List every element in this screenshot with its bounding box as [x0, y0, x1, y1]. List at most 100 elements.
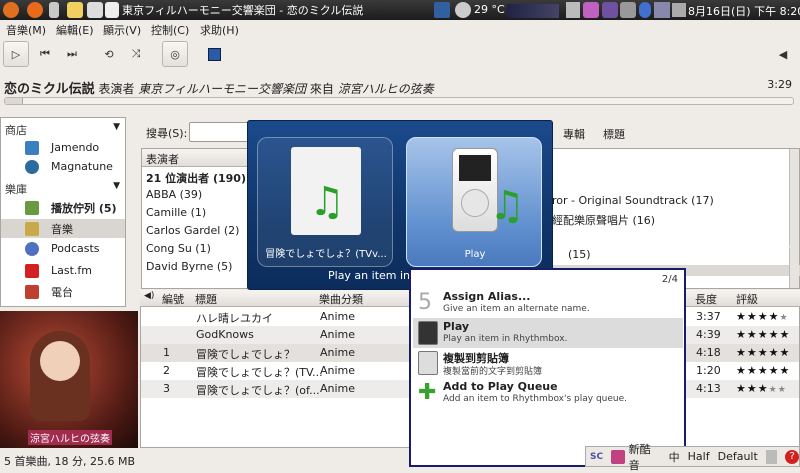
- store-header[interactable]: 商店: [5, 122, 27, 138]
- col-time[interactable]: 長度: [695, 291, 717, 307]
- star-filled-icon[interactable]: ★: [780, 346, 790, 359]
- album-scrollbar[interactable]: [789, 149, 799, 288]
- library-header[interactable]: 樂庫: [5, 181, 27, 197]
- col-title[interactable]: 標題: [195, 291, 217, 307]
- seek-handle[interactable]: [5, 98, 23, 104]
- track-rating[interactable]: ★★★★★: [736, 310, 789, 323]
- network-icon[interactable]: [654, 2, 670, 18]
- source-play-queue[interactable]: 播放佇列 (5): [1, 198, 125, 217]
- source-radio[interactable]: 電台: [1, 282, 125, 301]
- next-button[interactable]: ⏭: [59, 41, 85, 67]
- tray-icon[interactable]: [602, 2, 618, 18]
- album-row[interactable]: ror - Original Soundtrack (17): [552, 194, 714, 207]
- source-podcasts[interactable]: Podcasts: [1, 239, 125, 258]
- volume-icon[interactable]: [672, 3, 686, 17]
- star-filled-icon[interactable]: ★: [758, 364, 768, 377]
- artist-row[interactable]: David Byrne (5): [146, 260, 232, 273]
- clock[interactable]: 8月16日(日) 下午 8:20: [688, 3, 800, 19]
- star-filled-icon[interactable]: ★: [769, 346, 779, 359]
- source-music[interactable]: 音樂: [1, 219, 125, 238]
- launcher-icon[interactable]: [49, 2, 59, 18]
- artist-row[interactable]: 21 位演出者 (190): [146, 170, 246, 186]
- star-filled-icon[interactable]: ★: [736, 328, 746, 341]
- star-filled-icon[interactable]: ★: [747, 328, 757, 341]
- menu-help[interactable]: 求助(H): [200, 22, 239, 38]
- action-copy-clipboard[interactable]: 複製到剪貼簿 複製當前的文字到剪貼簿: [413, 348, 683, 378]
- weather-temp[interactable]: 29 °C: [474, 3, 505, 16]
- volume-button[interactable]: ◀: [770, 41, 796, 67]
- item-card[interactable]: ♫ 冒険でしょでしょ？(TVv...: [257, 137, 393, 267]
- launcher-icon[interactable]: [67, 2, 83, 18]
- category-album[interactable]: 專輯: [563, 126, 585, 142]
- star-filled-icon[interactable]: ★: [747, 382, 757, 395]
- tray-icon[interactable]: [583, 2, 599, 18]
- artist-row[interactable]: Carlos Gardel (2): [146, 224, 239, 237]
- menu-edit[interactable]: 編輯(E): [56, 22, 94, 38]
- star-filled-icon[interactable]: ★: [758, 382, 768, 395]
- mail-icon[interactable]: [434, 2, 450, 18]
- window-title[interactable]: 東京フィルハーモニー交響楽団 - 恋のミクル伝説: [122, 2, 363, 18]
- album-row[interactable]: 經配樂原聲唱片 (16): [552, 212, 655, 228]
- ime-mode[interactable]: 中: [669, 449, 680, 465]
- launcher-icon[interactable]: [87, 2, 103, 18]
- track-rating[interactable]: ★★★★★: [736, 382, 787, 395]
- playing-column-icon[interactable]: ◀): [144, 291, 154, 301]
- star-filled-icon[interactable]: ★: [758, 310, 768, 323]
- toggle-browser-button[interactable]: [201, 41, 227, 67]
- menu-control[interactable]: 控制(C): [151, 22, 189, 38]
- artist-column-header[interactable]: 表演者: [142, 149, 250, 167]
- tray-icon[interactable]: [566, 2, 580, 18]
- artist-row[interactable]: ABBA (39): [146, 188, 202, 201]
- star-filled-icon[interactable]: ★: [736, 364, 746, 377]
- action-play[interactable]: Play Play an item in Rhythmbox.: [413, 318, 683, 348]
- ime-keyboard-icon[interactable]: [765, 449, 778, 464]
- action-assign-alias[interactable]: 5 Assign Alias... Give an item an altern…: [413, 288, 683, 318]
- star-filled-icon[interactable]: ★: [736, 346, 746, 359]
- ime-name[interactable]: 新酷音: [629, 441, 661, 473]
- star-filled-icon[interactable]: ★: [747, 364, 757, 377]
- menu-music[interactable]: 音樂(M): [6, 22, 46, 38]
- star-filled-icon[interactable]: ★: [747, 346, 757, 359]
- overlay-menu-icon[interactable]: ▼: [783, 245, 790, 255]
- star-empty-icon[interactable]: ★: [769, 385, 777, 395]
- artist-row[interactable]: Cong Su (1): [146, 242, 211, 255]
- weather-icon[interactable]: [455, 2, 471, 18]
- search-input[interactable]: [189, 122, 249, 142]
- star-filled-icon[interactable]: ★: [769, 328, 779, 341]
- album-row[interactable]: (15): [552, 248, 591, 261]
- previous-button[interactable]: ⏮: [32, 41, 58, 67]
- system-monitor[interactable]: [507, 4, 559, 18]
- ime-layout[interactable]: Default: [718, 450, 758, 463]
- scim-icon[interactable]: SC: [590, 452, 603, 462]
- star-filled-icon[interactable]: ★: [780, 328, 790, 341]
- action-card[interactable]: ♫ Play: [406, 137, 542, 267]
- star-filled-icon[interactable]: ★: [780, 364, 790, 377]
- repeat-button[interactable]: ⟲: [96, 41, 122, 67]
- help-icon[interactable]: ?: [785, 449, 799, 464]
- source-magnatune[interactable]: Magnatune: [1, 157, 125, 176]
- source-jamendo[interactable]: Jamendo: [1, 138, 125, 157]
- collapse-icon[interactable]: ▼: [113, 122, 120, 132]
- star-filled-icon[interactable]: ★: [736, 382, 746, 395]
- action-add-queue[interactable]: ✚ Add to Play Queue Add an item to Rhyth…: [413, 378, 683, 408]
- star-empty-icon[interactable]: ★: [780, 313, 788, 323]
- ubuntu-menu-icon[interactable]: [3, 2, 19, 18]
- star-filled-icon[interactable]: ★: [736, 310, 746, 323]
- col-rating[interactable]: 評級: [736, 291, 758, 307]
- menu-view[interactable]: 顯示(V): [103, 22, 141, 38]
- rhythmbox-window-icon[interactable]: [105, 2, 119, 18]
- col-genre[interactable]: 樂曲分類: [319, 291, 363, 307]
- tray-icon[interactable]: [620, 2, 636, 18]
- collapse-icon[interactable]: ▼: [113, 181, 120, 191]
- star-filled-icon[interactable]: ★: [769, 364, 779, 377]
- source-lastfm[interactable]: Last.fm: [1, 261, 125, 280]
- track-rating[interactable]: ★★★★★: [736, 346, 790, 359]
- firefox-icon[interactable]: [27, 2, 43, 18]
- seek-slider[interactable]: [4, 97, 794, 105]
- artist-row[interactable]: Camille (1): [146, 206, 206, 219]
- col-number[interactable]: 編號: [162, 291, 184, 307]
- star-filled-icon[interactable]: ★: [769, 310, 779, 323]
- star-filled-icon[interactable]: ★: [747, 310, 757, 323]
- category-title[interactable]: 標題: [603, 126, 625, 142]
- track-rating[interactable]: ★★★★★: [736, 364, 790, 377]
